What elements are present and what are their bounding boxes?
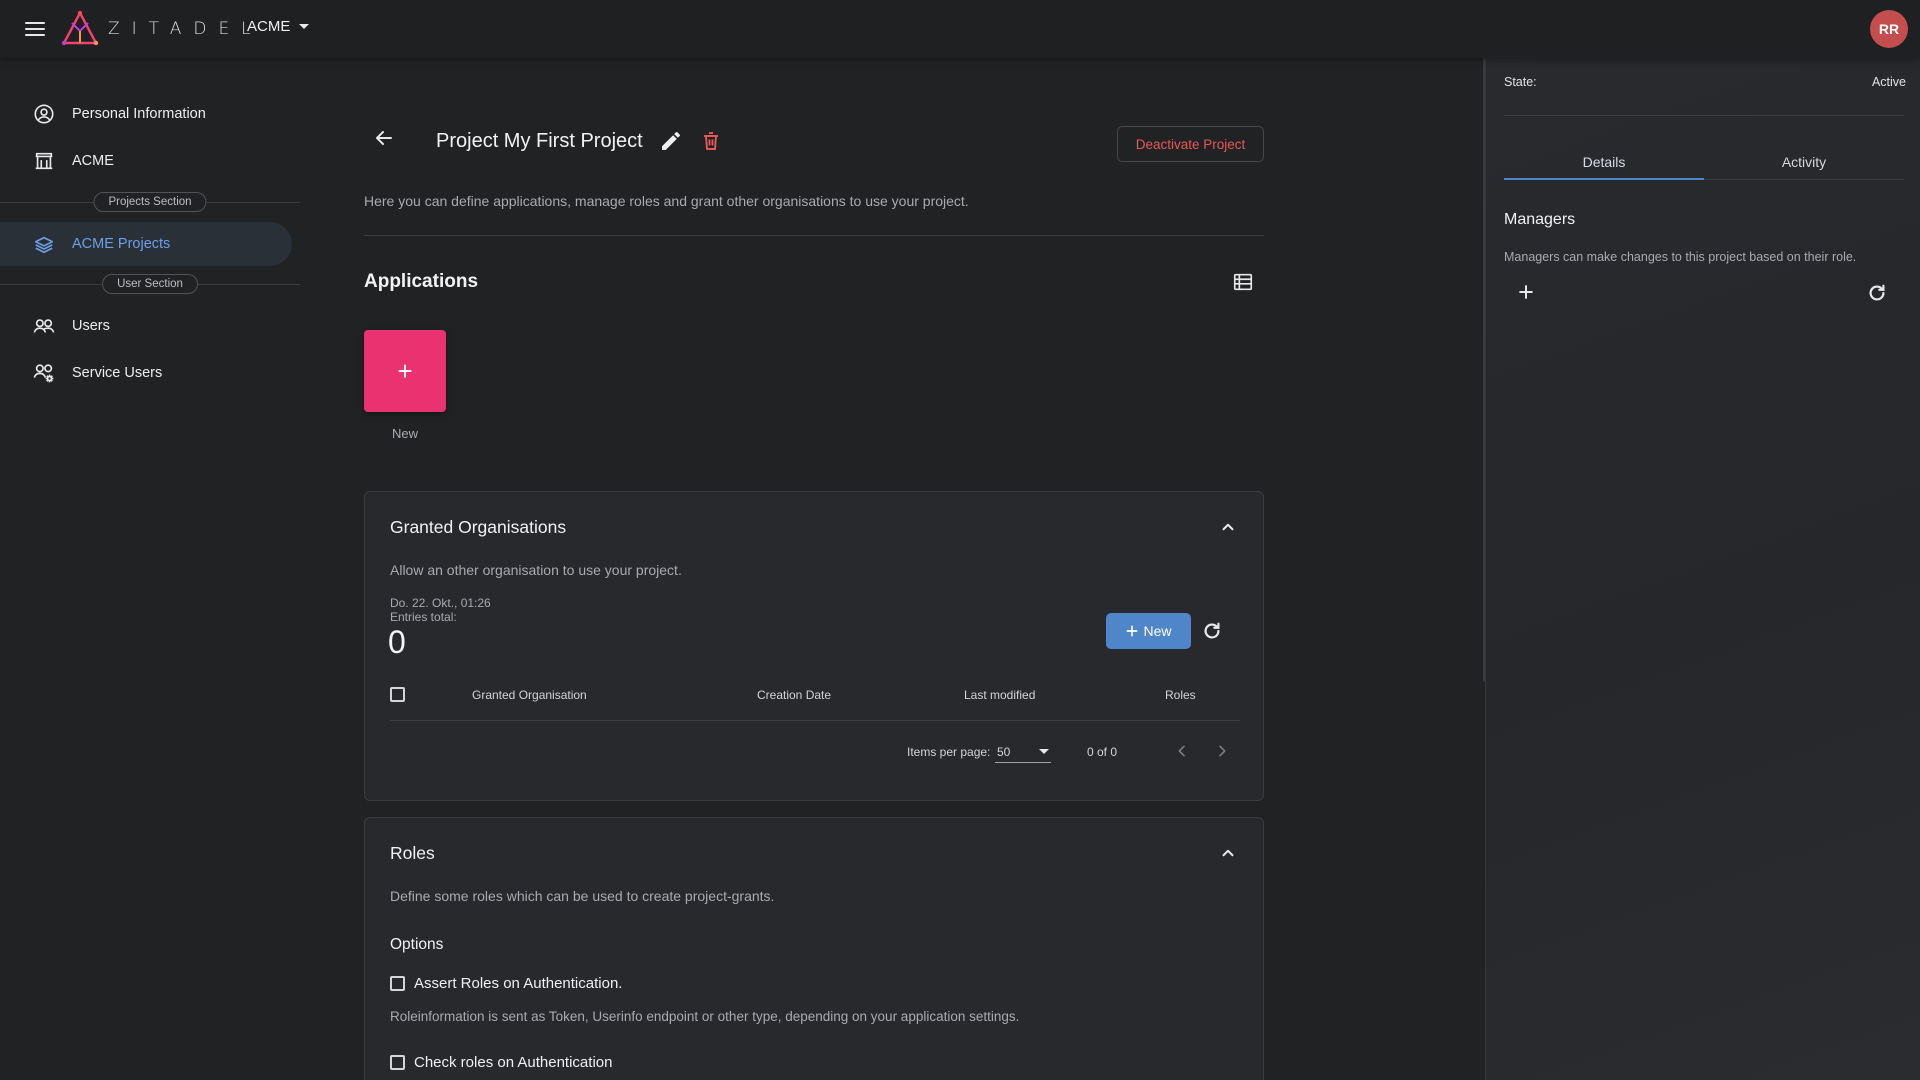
check-roles-checkbox[interactable]	[390, 1054, 405, 1070]
table-divider	[390, 720, 1240, 721]
roles-card: Roles Define some roles which can be use…	[364, 817, 1264, 1080]
granted-organisations-card: Granted Organisations Allow an other org…	[364, 491, 1264, 801]
logo-text: ZITADEL	[108, 19, 263, 39]
next-page-button[interactable]	[1211, 740, 1233, 762]
layers-icon	[32, 232, 56, 256]
column-header: Roles	[1165, 688, 1196, 702]
add-icon[interactable]	[1516, 282, 1538, 304]
option-description: Roleinformation is sent as Token, Userin…	[390, 1009, 1020, 1024]
assert-roles-option[interactable]: Assert Roles on Authentication.	[390, 973, 622, 993]
option-label: Check roles on Authentication	[414, 1053, 613, 1071]
items-per-page-label: Items per page:	[907, 745, 991, 759]
chevron-up-icon[interactable]	[1219, 844, 1237, 862]
sidebar-item-service-users[interactable]: Service Users	[0, 351, 292, 395]
card-title: Granted Organisations	[390, 517, 567, 537]
active-tab-indicator	[1504, 178, 1704, 180]
card-description: Define some roles which can be used to c…	[390, 888, 775, 904]
service-users-icon	[32, 361, 56, 385]
sidebar-item-label: ACME	[72, 153, 114, 169]
tab-details[interactable]: Details	[1504, 146, 1704, 182]
sidebar-item-acme[interactable]: ACME	[0, 139, 292, 183]
menu-icon[interactable]	[24, 19, 48, 39]
chevron-down-icon	[1039, 749, 1049, 754]
refresh-icon[interactable]	[1201, 620, 1223, 642]
check-roles-option[interactable]: Check roles on Authentication	[390, 1052, 612, 1072]
main-content: Project My First Project Deactivate Proj…	[364, 58, 1264, 1080]
users-icon	[32, 314, 56, 338]
building-icon	[32, 149, 56, 173]
sidebar: Personal Information ACME Projects Secti…	[0, 58, 300, 1080]
option-label: Assert Roles on Authentication.	[414, 974, 623, 992]
sidebar-item-acme-projects[interactable]: ACME Projects	[0, 222, 292, 266]
applications-title: Applications	[364, 271, 479, 292]
org-switcher[interactable]: ACME	[247, 18, 310, 35]
page-description: Here you can define applications, manage…	[364, 193, 969, 209]
sidebar-item-label: Users	[72, 318, 110, 334]
user-section-divider: User Section	[0, 274, 300, 294]
details-panel: State: Active Details Activity Managers …	[1485, 58, 1920, 1080]
tab-activity[interactable]: Activity	[1704, 146, 1904, 182]
state-label: State:	[1504, 75, 1537, 89]
back-arrow-icon[interactable]	[372, 126, 396, 150]
new-grant-label: New	[1143, 623, 1172, 639]
divider	[1504, 115, 1904, 116]
deactivate-project-button[interactable]: Deactivate Project	[1117, 126, 1264, 162]
card-title: Roles	[390, 843, 435, 863]
page-title: Project My First Project	[436, 130, 643, 152]
page-range: 0 of 0	[1087, 745, 1118, 759]
refresh-icon[interactable]	[1866, 282, 1888, 304]
options-title: Options	[390, 936, 444, 953]
items-per-page-value: 50	[997, 744, 1011, 759]
entries-total-count: 0	[388, 624, 406, 660]
sidebar-item-label: ACME Projects	[72, 236, 171, 252]
org-name: ACME	[247, 18, 291, 35]
managers-description: Managers can make changes to this projec…	[1504, 250, 1857, 264]
zitadel-logo-icon	[61, 10, 99, 46]
zitadel-logo[interactable]: ZITADEL	[60, 7, 263, 51]
refresh-timestamp: Do. 22. Okt., 01:26	[390, 596, 491, 610]
app-root: ZITADEL ACME RR Personal Information ACM…	[0, 0, 1920, 1080]
column-header: Last modified	[964, 688, 1036, 702]
sidebar-item-label: Personal Information	[72, 106, 206, 122]
avatar[interactable]: RR	[1870, 10, 1908, 48]
state-value: Active	[1871, 75, 1906, 89]
table-view-icon[interactable]	[1232, 271, 1256, 295]
column-header: Granted Organisation	[472, 688, 587, 702]
projects-section-divider: Projects Section	[0, 192, 300, 212]
paginator: Items per page: 50 0 of 0	[365, 736, 1265, 766]
divider	[364, 235, 1264, 236]
sidebar-item-personal-information[interactable]: Personal Information	[0, 92, 292, 136]
previous-page-button[interactable]	[1171, 740, 1193, 762]
sidebar-item-label: Service Users	[72, 365, 163, 381]
managers-title: Managers	[1504, 211, 1576, 228]
section-label: User Section	[102, 274, 198, 294]
select-all-checkbox[interactable]	[390, 687, 405, 702]
items-per-page-select[interactable]: 50	[995, 741, 1051, 763]
sidebar-item-users[interactable]: Users	[0, 304, 292, 348]
plus-icon	[1127, 625, 1138, 637]
column-header: Creation Date	[757, 688, 832, 702]
new-application-label: New	[392, 426, 419, 441]
table-header: Granted Organisation Creation Date Last …	[390, 684, 1240, 706]
chevron-down-icon	[299, 24, 310, 29]
edit-icon[interactable]	[659, 129, 683, 153]
new-application-button[interactable]: +	[364, 330, 446, 412]
user-circle-icon	[32, 102, 56, 126]
section-label: Projects Section	[93, 192, 207, 212]
new-grant-button[interactable]: New	[1106, 613, 1191, 649]
delete-icon[interactable]	[699, 129, 723, 153]
card-description: Allow an other organisation to use your …	[390, 562, 682, 578]
top-bar: ZITADEL ACME RR	[0, 0, 1920, 58]
entries-total-label: Entries total:	[390, 610, 457, 624]
assert-roles-checkbox[interactable]	[390, 975, 405, 991]
chevron-up-icon[interactable]	[1219, 518, 1237, 536]
